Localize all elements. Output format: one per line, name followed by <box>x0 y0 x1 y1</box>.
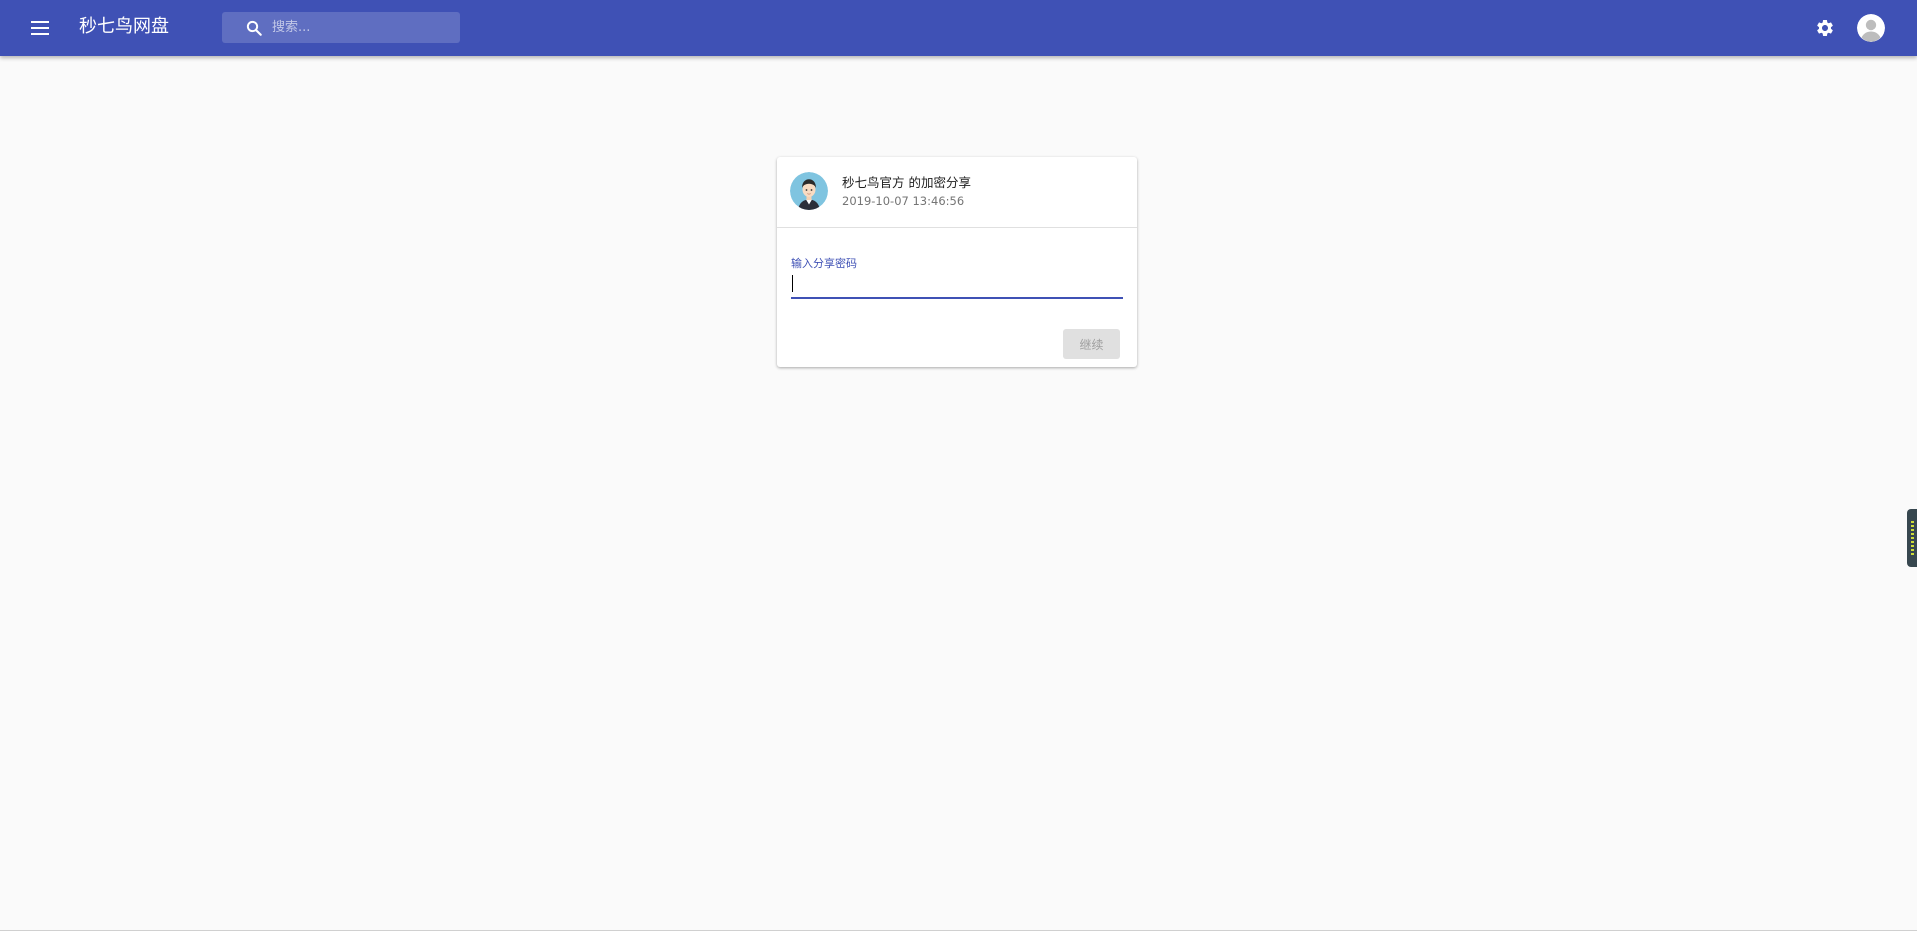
search-box[interactable] <box>222 12 460 43</box>
search-input[interactable] <box>272 16 452 38</box>
password-label: 输入分享密码 <box>791 257 857 270</box>
account-button[interactable] <box>1857 14 1885 42</box>
search-icon <box>246 20 262 36</box>
share-card-header: 秒七鸟官方 的加密分享 2019-10-07 13:46:56 <box>777 157 1137 228</box>
gear-icon <box>1817 19 1833 36</box>
share-title: 秒七鸟官方 的加密分享 <box>842 175 971 190</box>
menu-icon <box>31 21 49 35</box>
app-title[interactable]: 秒七鸟网盘 <box>79 14 169 40</box>
settings-button[interactable] <box>1812 15 1838 41</box>
share-timestamp: 2019-10-07 13:46:56 <box>842 194 965 208</box>
user-avatar <box>790 172 828 210</box>
continue-button[interactable]: 继续 <box>1063 329 1120 359</box>
menu-button[interactable] <box>24 12 56 44</box>
side-panel-handle-icon <box>1911 521 1914 555</box>
owner-avatar <box>790 172 828 210</box>
account-avatar-icon <box>1857 14 1885 42</box>
app-bar: 秒七鸟网盘 <box>0 0 1917 56</box>
share-card: 秒七鸟官方 的加密分享 2019-10-07 13:46:56 输入分享密码 继… <box>777 157 1137 367</box>
text-caret <box>792 275 793 292</box>
side-panel-handle[interactable] <box>1907 509 1917 567</box>
password-input[interactable] <box>791 273 1123 299</box>
